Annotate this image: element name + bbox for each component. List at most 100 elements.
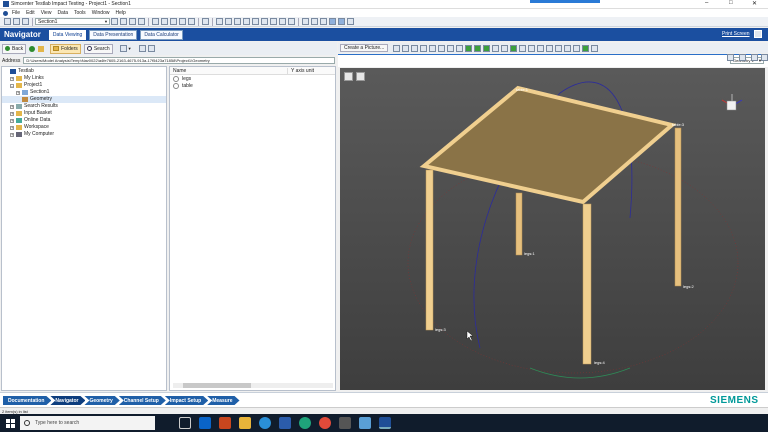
shade-icon[interactable] [492,44,500,52]
new-icon[interactable] [4,18,11,25]
copy-icon[interactable] [152,18,159,25]
cascade-icon[interactable] [270,18,277,25]
tree-toggle-icon[interactable]: + [10,111,14,116]
label-icon[interactable] [510,44,518,52]
tab-data-viewing[interactable]: Data Viewing [48,29,87,40]
node-icon[interactable] [501,44,509,52]
window-icon[interactable] [252,18,259,25]
folders-button[interactable]: Folders [50,43,81,54]
column-name[interactable]: Name [170,67,288,74]
camera-app-icon[interactable] [339,417,351,429]
menu-data[interactable]: Data [57,10,68,16]
horizontal-scrollbar[interactable] [173,383,333,388]
move-icon[interactable] [138,18,145,25]
fit-icon[interactable] [429,44,437,52]
wireframe-icon[interactable] [483,44,491,52]
tree-item-testlab[interactable]: Testlab [2,68,166,75]
tree-toggle-icon[interactable]: + [10,118,14,123]
menu-file[interactable]: File [12,10,20,16]
taskbar-search[interactable]: Type here to search [20,416,155,430]
step-navigator[interactable]: Navigator [50,396,85,405]
settings-icon[interactable] [754,30,762,38]
edge-icon[interactable] [259,417,271,429]
save-icon[interactable] [22,18,29,25]
view-iso-icon[interactable] [465,44,473,52]
maximize-icon[interactable]: □ [729,0,733,6]
minimize-icon[interactable]: – [705,0,708,6]
menu-edit[interactable]: Edit [26,10,35,16]
help-icon[interactable] [347,18,354,25]
file-explorer-icon[interactable] [239,417,251,429]
windows-start-icon[interactable] [6,418,15,428]
tree-item-my-computer[interactable]: + My Computer [2,131,166,138]
measure-icon[interactable] [537,44,545,52]
column-y-axis-unit[interactable]: Y axis unit [288,68,314,74]
dof-icon[interactable] [519,44,527,52]
step-geometry[interactable]: Geometry [84,396,119,405]
add-to-basket-icon[interactable] [138,45,146,52]
tab-data-calculator[interactable]: Data Calculator [140,29,183,40]
list-item[interactable]: legs [170,75,335,82]
tree-item-section1[interactable]: + Section1 [2,89,166,96]
menu-help[interactable]: Help [115,10,125,16]
menu-tools[interactable]: Tools [74,10,86,16]
chrome-icon[interactable] [319,417,331,429]
mesh-icon[interactable] [573,44,581,52]
rotate-icon[interactable] [420,44,428,52]
tree-toggle-icon[interactable]: + [10,104,14,109]
add-node-icon[interactable] [582,44,590,52]
view-z-icon[interactable] [456,44,464,52]
arrange-icon[interactable] [279,18,286,25]
tab-data-presentation[interactable]: Data Presentation [89,29,138,40]
tree-item-search-results[interactable]: + Search Results [2,103,166,110]
refresh-icon[interactable] [147,45,155,52]
tree-item-workspace[interactable]: + Workspace [2,124,166,131]
scrollbar-thumb[interactable] [183,383,251,388]
step-measure[interactable]: Measure [207,396,239,405]
grid-icon[interactable] [225,18,232,25]
view-options-icon[interactable] [119,45,127,52]
tile-icon[interactable] [261,18,268,25]
step-channel-setup[interactable]: Channel Setup [119,396,166,405]
lightbulb-icon[interactable] [202,18,209,25]
close-icon[interactable]: ✕ [752,0,757,7]
powerpoint-icon[interactable] [219,417,231,429]
tree-item-geometry[interactable]: Geometry [2,96,166,103]
print-preview-icon[interactable] [179,18,186,25]
outlook-icon[interactable] [199,417,211,429]
panel-alt-icon[interactable] [338,18,345,25]
menu-view[interactable]: View [41,10,52,16]
chevron-down-icon[interactable]: ▼ [128,46,132,51]
tree-toggle-icon[interactable]: + [10,132,14,137]
list-item[interactable]: table [170,82,335,89]
line-icon[interactable] [546,44,554,52]
layout-icon[interactable] [216,18,223,25]
window-tile-icon[interactable] [751,54,758,61]
menu-window[interactable]: Window [92,10,110,16]
undo-icon[interactable] [111,18,118,25]
word-icon[interactable] [279,417,291,429]
tree-item-project1[interactable]: – Project1 [2,82,166,89]
step-documentation[interactable]: Documentation [3,396,51,405]
window-min-icon[interactable] [727,54,734,61]
section-select[interactable]: Section1 ▼ [35,18,110,25]
axes-icon[interactable] [528,44,536,52]
panel-icon[interactable] [329,18,336,25]
task-view-icon[interactable] [179,417,191,429]
tree-toggle-icon[interactable]: – [10,83,14,88]
select-icon[interactable] [393,44,401,52]
split-icon[interactable] [288,18,295,25]
up-folder-icon[interactable] [38,45,45,52]
geometry-viewport[interactable]: table:3 table:1 legs:1 legs:2 legs:3 leg… [340,68,765,390]
tree-toggle-icon[interactable]: + [10,125,14,130]
table-icon[interactable] [234,18,241,25]
tree-item-online-data[interactable]: + Online Data [2,117,166,124]
edge-new-icon[interactable] [299,417,311,429]
forward-icon[interactable] [29,45,36,52]
tree-toggle-icon[interactable]: + [16,90,20,95]
create-picture-button[interactable]: Create a Picture... [340,44,389,52]
camera-icon[interactable] [188,18,195,25]
app-hex-icon[interactable] [359,417,371,429]
window-restore-icon[interactable] [739,54,746,61]
paste-icon[interactable] [161,18,168,25]
